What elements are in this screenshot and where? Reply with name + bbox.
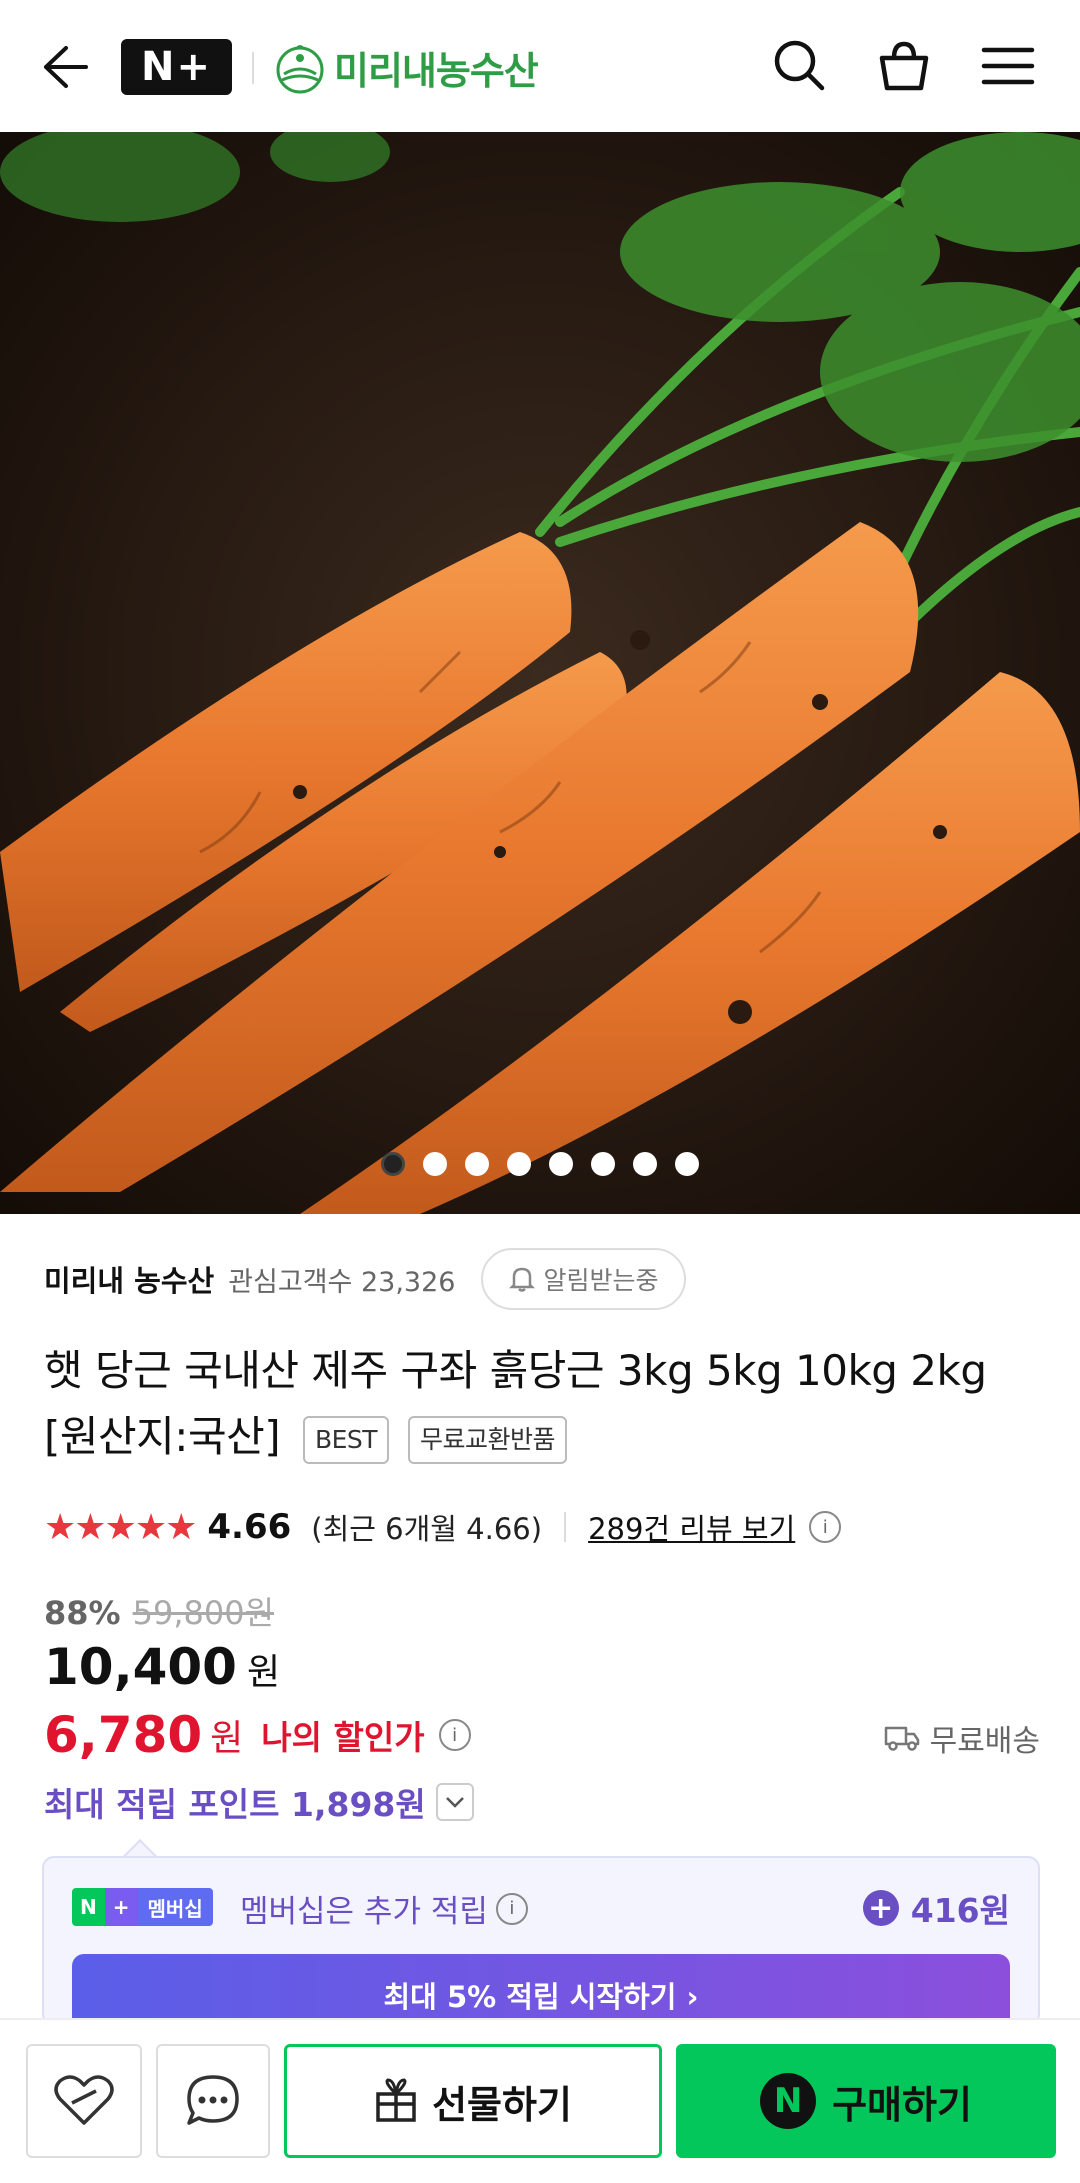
membership-cta-button[interactable]: 최대 5% 적립 시작하기 › bbox=[72, 1954, 1010, 2024]
shopping-bag-icon[interactable] bbox=[874, 36, 934, 96]
rating-value: 4.66 bbox=[207, 1507, 292, 1547]
currency-unit: 원 bbox=[210, 1718, 244, 1759]
naver-pay-icon: N bbox=[760, 2073, 817, 2129]
carrot-photo bbox=[0, 132, 1080, 1214]
carousel-dot[interactable] bbox=[549, 1152, 573, 1176]
membership-points: + 416원 bbox=[862, 1884, 1010, 1932]
follower-count: 관심고객수 23,326 bbox=[228, 1266, 456, 1298]
carousel-dot[interactable] bbox=[381, 1152, 405, 1176]
membership-card: N + 멤버십 멤버십은 추가 적립 i + 416원 최대 5% 적립 시작하… bbox=[42, 1856, 1040, 2026]
naver-plus-membership-badge: N + 멤버십 bbox=[72, 1888, 213, 1926]
back-arrow-icon[interactable] bbox=[40, 42, 90, 92]
discount-percent: 88% bbox=[44, 1594, 121, 1632]
carousel-dot[interactable] bbox=[423, 1152, 447, 1176]
star-rating: ★★★★★ bbox=[44, 1506, 197, 1548]
carousel-dot[interactable] bbox=[591, 1152, 615, 1176]
membership-points-value: 416원 bbox=[910, 1891, 1010, 1930]
product-image-carousel[interactable] bbox=[0, 132, 1080, 1214]
store-logo-icon bbox=[276, 45, 324, 94]
my-discount-price: 6,780 bbox=[44, 1706, 203, 1764]
badge-text: 멤버십 bbox=[137, 1888, 213, 1926]
chat-bubble-icon bbox=[187, 2075, 239, 2125]
plus-icon: + bbox=[862, 1890, 899, 1926]
carousel-dot[interactable] bbox=[675, 1152, 699, 1176]
naver-plus-logo[interactable]: N+ bbox=[121, 39, 232, 95]
recent-rating: (최근 6개월 4.66) bbox=[311, 1512, 543, 1546]
max-points-label: 최대 적립 포인트 1,898원 bbox=[44, 1785, 426, 1824]
seller-name[interactable]: 미리내 농수산 bbox=[44, 1258, 214, 1300]
membership-text: 멤버십은 추가 적립 i bbox=[240, 1886, 528, 1931]
info-icon[interactable]: i bbox=[495, 1892, 528, 1925]
max-points-row[interactable]: 최대 적립 포인트 1,898원 bbox=[44, 1778, 474, 1826]
badge-plus: + bbox=[104, 1888, 138, 1926]
menu-icon[interactable] bbox=[978, 36, 1038, 96]
bell-icon bbox=[509, 1267, 536, 1292]
free-return-tag: 무료교환반품 bbox=[407, 1415, 567, 1464]
product-title: 햇 당근 국내산 제주 구좌 흙당근 3kg 5kg 10kg 2kg [원산지… bbox=[44, 1338, 1044, 1470]
notification-button[interactable]: 알림받는중 bbox=[481, 1248, 687, 1310]
store-name[interactable]: 미리내농수산 bbox=[334, 40, 539, 95]
truck-icon bbox=[884, 1726, 919, 1751]
bottom-action-bar: 선물하기 N 구매하기 bbox=[0, 2018, 1080, 2183]
currency-unit: 원 bbox=[246, 1652, 281, 1693]
carousel-dot[interactable] bbox=[507, 1152, 531, 1176]
notification-label: 알림받는중 bbox=[543, 1266, 659, 1295]
chat-button[interactable] bbox=[156, 2044, 270, 2158]
rating-divider bbox=[564, 1512, 567, 1542]
header-divider bbox=[252, 52, 254, 84]
discount-row: 88% 59,800원 bbox=[44, 1588, 274, 1634]
gift-icon bbox=[376, 2078, 416, 2122]
shipping-info: 무료배송 bbox=[884, 1716, 1040, 1760]
buy-label: 구매하기 bbox=[832, 2082, 972, 2127]
gift-button[interactable]: 선물하기 bbox=[284, 2044, 662, 2158]
rating-row: ★★★★★ 4.66 (최근 6개월 4.66) 289건 리뷰 보기 i bbox=[44, 1502, 842, 1552]
carousel-dot[interactable] bbox=[465, 1152, 489, 1176]
shipping-label: 무료배송 bbox=[929, 1724, 1040, 1759]
carousel-pagination bbox=[0, 1152, 1080, 1176]
heart-icon bbox=[54, 2075, 114, 2125]
sale-price: 10,400 bbox=[44, 1638, 237, 1696]
buy-button[interactable]: N 구매하기 bbox=[676, 2044, 1056, 2158]
price-row: 10,400 원 bbox=[44, 1638, 280, 1696]
badge-n: N bbox=[72, 1888, 105, 1926]
gift-label: 선물하기 bbox=[432, 2082, 572, 2127]
wishlist-button[interactable] bbox=[26, 2044, 142, 2158]
my-discount-label: 나의 할인가 bbox=[261, 1718, 425, 1757]
review-link[interactable]: 289건 리뷰 보기 bbox=[588, 1506, 795, 1548]
info-icon[interactable]: i bbox=[438, 1719, 471, 1751]
best-tag: BEST bbox=[302, 1415, 390, 1464]
top-nav: N+ 미리내농수산 bbox=[0, 0, 1080, 132]
carousel-dot[interactable] bbox=[633, 1152, 657, 1176]
chevron-down-icon[interactable] bbox=[435, 1783, 474, 1821]
membership-label: 멤버십은 추가 적립 bbox=[240, 1894, 488, 1930]
info-icon[interactable]: i bbox=[809, 1511, 842, 1543]
original-price: 59,800원 bbox=[132, 1594, 275, 1632]
my-price-row: 6,780 원 나의 할인가 i bbox=[44, 1706, 471, 1764]
seller-row: 미리내 농수산 관심고객수 23,326 알림받는중 bbox=[44, 1248, 687, 1310]
search-icon[interactable] bbox=[770, 36, 830, 96]
